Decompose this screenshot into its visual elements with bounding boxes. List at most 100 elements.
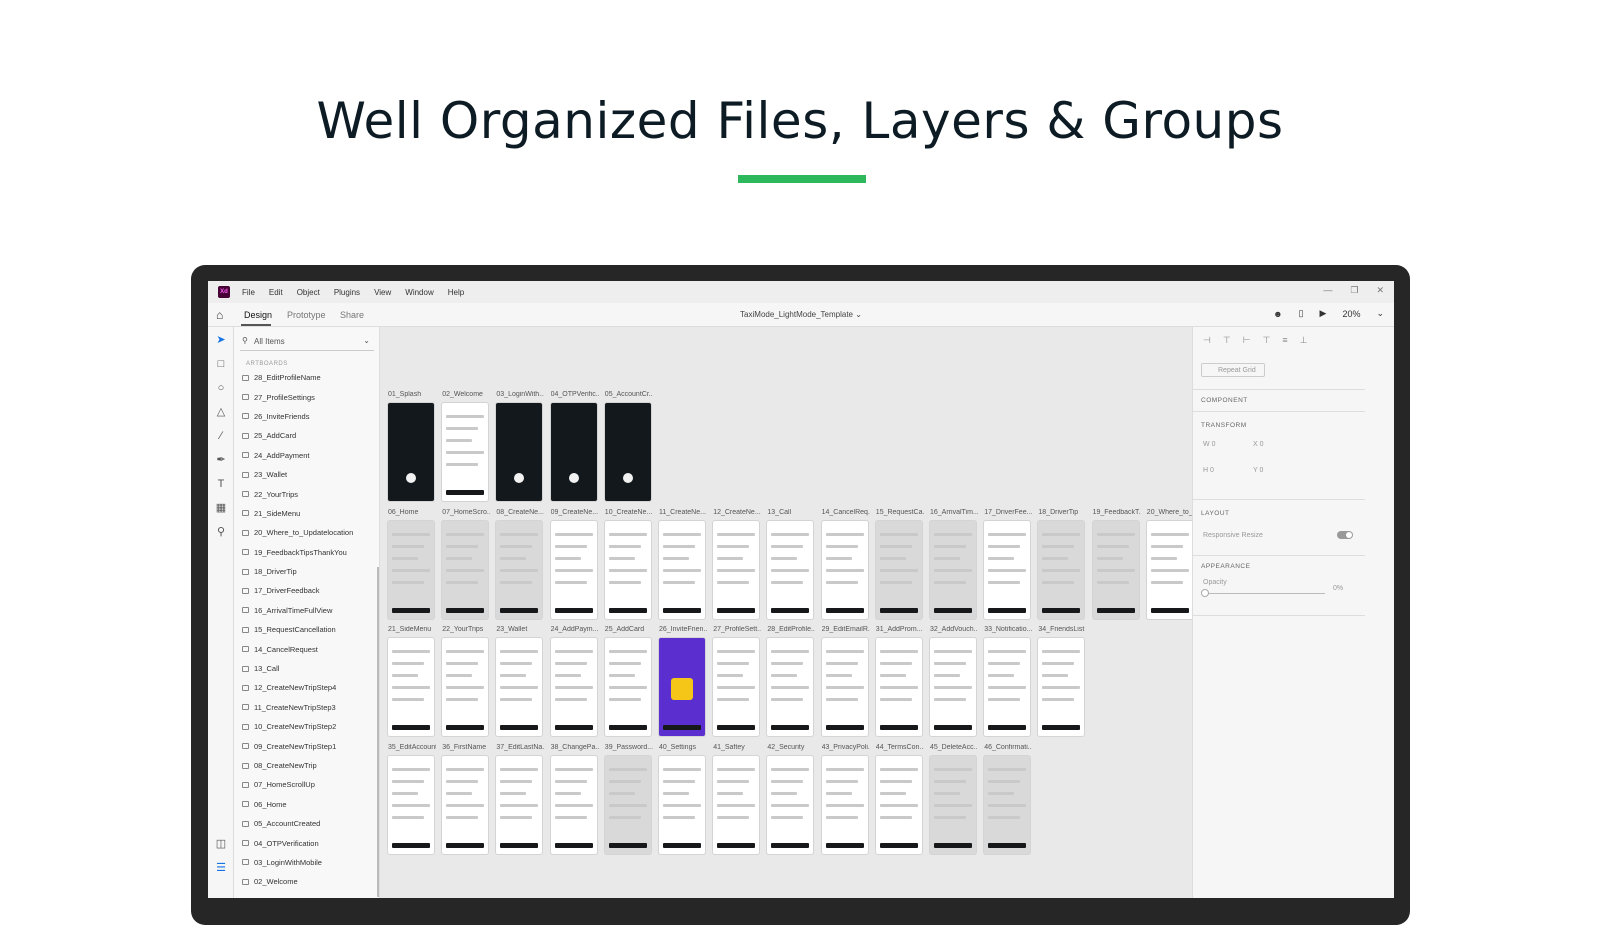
restore-icon[interactable]: ❐ [1350,285,1358,296]
artboard[interactable] [930,756,976,854]
layer-item[interactable]: 19_FeedbackTipsThankYou [242,543,380,562]
artboard-label[interactable]: 43_PrivacyPoli... [822,744,870,751]
artboard[interactable] [496,756,543,854]
artboard[interactable] [442,521,489,619]
artboard[interactable] [875,638,922,736]
align-top-icon[interactable]: ⊤ [1263,335,1271,346]
y-field[interactable]: Y 0 [1253,467,1263,474]
menu-view[interactable]: View [374,288,391,297]
zoom-level[interactable]: 20% [1342,309,1360,319]
artboard-label[interactable]: 34_FriendsList [1038,626,1086,633]
artboard-label[interactable]: 24_AddPaym... [551,626,599,633]
artboard-label[interactable]: 25_AddCard [605,626,653,633]
artboard-label[interactable]: 03_LoginWith... [496,391,544,398]
artboard-label[interactable]: 21_SideMenu [388,626,436,633]
layer-item[interactable]: 25_AddCard [242,426,380,445]
layer-item[interactable]: 16_ArrivalTimeFullView [242,601,380,620]
opacity-slider-knob[interactable] [1201,589,1209,597]
artboard[interactable] [713,756,760,854]
artboard-label[interactable]: 07_HomeScro... [442,509,490,516]
layer-item[interactable]: 17_DriverFeedback [242,581,380,600]
artboard[interactable] [659,756,705,854]
artboard[interactable] [550,403,597,501]
artboard[interactable] [821,521,868,619]
artboard[interactable] [1146,521,1192,619]
artboard-label[interactable]: 18_DriverTip [1038,509,1086,516]
artboard-label[interactable]: 06_Home [388,509,436,516]
artboard[interactable] [442,756,489,854]
layer-item[interactable]: 20_Where_to_Updatelocation [242,523,380,542]
height-field[interactable]: H 0 [1203,467,1214,474]
artboard-label[interactable]: 29_EditEmailR... [822,626,870,633]
artboard[interactable] [550,756,597,854]
artboard-label[interactable]: 26_InviteFrien... [659,626,707,633]
artboard[interactable] [1038,521,1085,619]
artboard-label[interactable]: 39_Password... [605,744,653,751]
artboard-label[interactable]: 12_CreateNe... [713,509,761,516]
artboard-label[interactable]: 04_OTPVerific... [551,391,599,398]
artboard-label[interactable]: 14_CancelReq... [822,509,870,516]
artboard[interactable] [496,403,543,501]
layers-scrollbar[interactable] [377,567,379,897]
align-center-icon[interactable]: ⊤ [1223,335,1231,346]
ellipse-tool-icon[interactable]: ○ [214,381,228,395]
repeat-grid-button[interactable]: Repeat Grid [1201,363,1265,377]
menu-window[interactable]: Window [405,288,433,297]
layer-item[interactable]: 08_CreateNewTrip [242,756,380,775]
artboard-label[interactable]: 40_Settings [659,744,707,751]
x-field[interactable]: X 0 [1253,441,1264,448]
artboard[interactable] [767,756,814,854]
artboard[interactable] [659,521,705,619]
artboard-label[interactable]: 01_Splash [388,391,436,398]
artboard[interactable] [388,756,434,854]
artboard-label[interactable]: 08_CreateNe... [496,509,544,516]
layer-item[interactable]: 02_Welcome [242,872,380,891]
rectangle-tool-icon[interactable]: □ [214,357,228,371]
artboard-label[interactable]: 35_EditAccount [388,744,436,751]
layer-item[interactable]: 21_SideMenu [242,504,380,523]
align-right-icon[interactable]: ⊢ [1243,335,1251,346]
artboard-label[interactable]: 38_ChangePa... [551,744,599,751]
layer-item[interactable]: 03_LoginWithMobile [242,853,380,872]
artboard-label[interactable]: 11_CreateNe... [659,509,707,516]
artboard[interactable] [550,521,597,619]
artboard-label[interactable]: 05_AccountCr... [605,391,653,398]
artboard[interactable] [821,638,868,736]
layer-item[interactable]: 18_DriverTip [242,562,380,581]
artboard-label[interactable]: 22_YourTrips [442,626,490,633]
pen-tool-icon[interactable]: ✒ [214,453,228,467]
artboard[interactable] [604,403,651,501]
menu-plugins[interactable]: Plugins [334,288,360,297]
layer-item[interactable]: 05_AccountCreated [242,814,380,833]
artboard-label[interactable]: 41_Saftey [713,744,761,751]
artboard[interactable] [604,521,651,619]
artboard[interactable] [875,521,922,619]
layer-item[interactable]: 27_ProfileSettings [242,387,380,406]
align-left-icon[interactable]: ⊣ [1203,335,1211,346]
align-middle-icon[interactable]: ≡ [1282,335,1287,346]
artboard-label[interactable]: 13_Call [767,509,815,516]
artboard-label[interactable]: 09_CreateNe... [551,509,599,516]
artboard-label[interactable]: 31_AddProm... [876,626,924,633]
artboard[interactable] [388,638,434,736]
layer-item[interactable]: 15_RequestCancellation [242,620,380,639]
artboard[interactable] [388,403,434,501]
menu-help[interactable]: Help [448,288,464,297]
artboard-label[interactable]: 27_ProfileSett... [713,626,761,633]
assets-icon[interactable]: ◫ [214,837,228,851]
layer-item[interactable]: 28_EditProfileName [242,368,380,387]
artboard[interactable] [713,521,760,619]
layer-item[interactable]: 26_InviteFriends [242,407,380,426]
artboard[interactable] [875,756,922,854]
artboard-label[interactable]: 20_Where_to_... [1147,509,1192,516]
artboard-label[interactable]: 46_Confirmati... [984,744,1032,751]
chevron-down-icon[interactable]: ⌄ [1376,308,1384,319]
layer-item[interactable]: 22_YourTrips [242,484,380,503]
close-icon[interactable]: ✕ [1376,285,1384,296]
artboard[interactable] [767,521,814,619]
layer-item[interactable]: 14_CancelRequest [242,639,380,658]
artboard-label[interactable]: 15_RequestCa... [876,509,924,516]
layer-item[interactable]: 09_CreateNewTripStep1 [242,736,380,755]
line-tool-icon[interactable]: ∕ [214,429,228,443]
artboard-label[interactable]: 23_Wallet [496,626,544,633]
